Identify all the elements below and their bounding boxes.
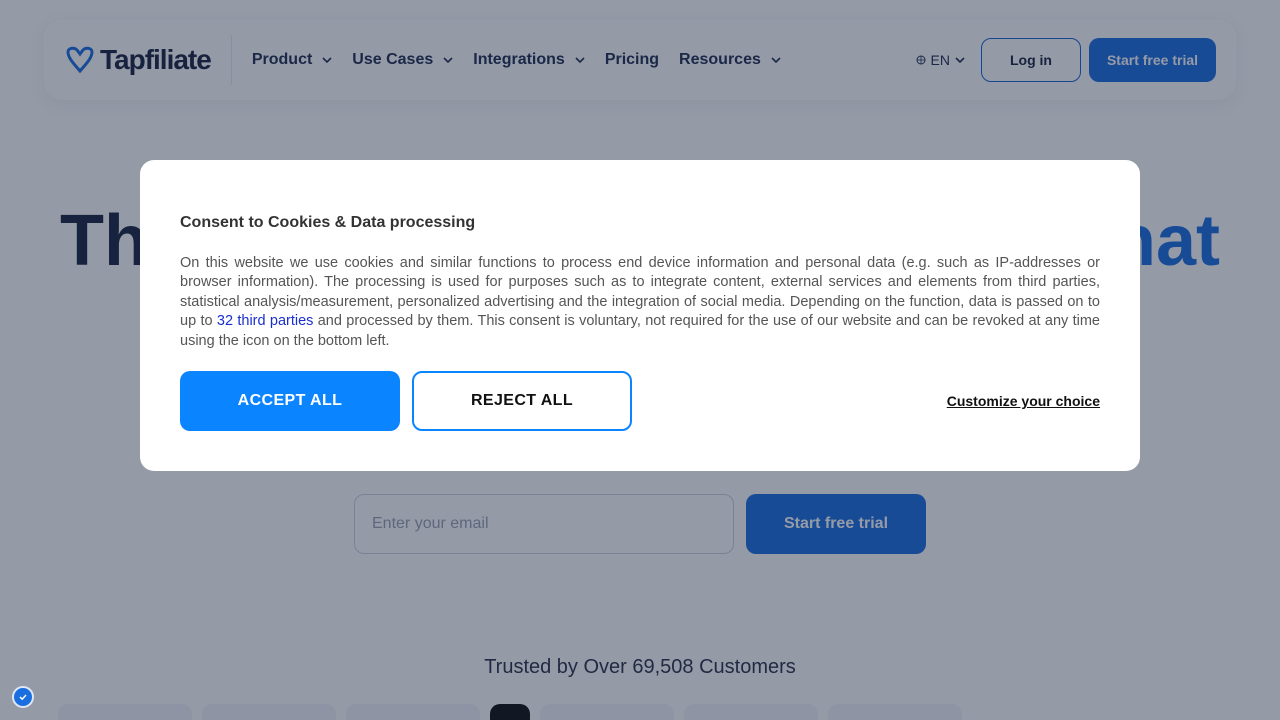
consent-title: Consent to Cookies & Data processing bbox=[180, 214, 476, 231]
cookie-consent-dialog: Consent to Cookies & Data processing On … bbox=[140, 160, 1140, 471]
checkmark-icon bbox=[19, 694, 27, 701]
accept-all-button[interactable]: ACCEPT ALL bbox=[180, 371, 400, 431]
customize-choice-link[interactable]: Customize your choice bbox=[947, 393, 1100, 409]
third-parties-link[interactable]: 32 third parties bbox=[217, 313, 314, 329]
consent-actions: ACCEPT ALL REJECT ALL Customize your cho… bbox=[180, 371, 1100, 431]
reject-all-button[interactable]: REJECT ALL bbox=[412, 371, 632, 431]
consent-body: On this website we use cookies and simil… bbox=[180, 254, 1100, 351]
cookie-settings-button[interactable] bbox=[12, 686, 34, 708]
consent-body-text-end: and processed by them. This consent is v… bbox=[180, 313, 1100, 349]
